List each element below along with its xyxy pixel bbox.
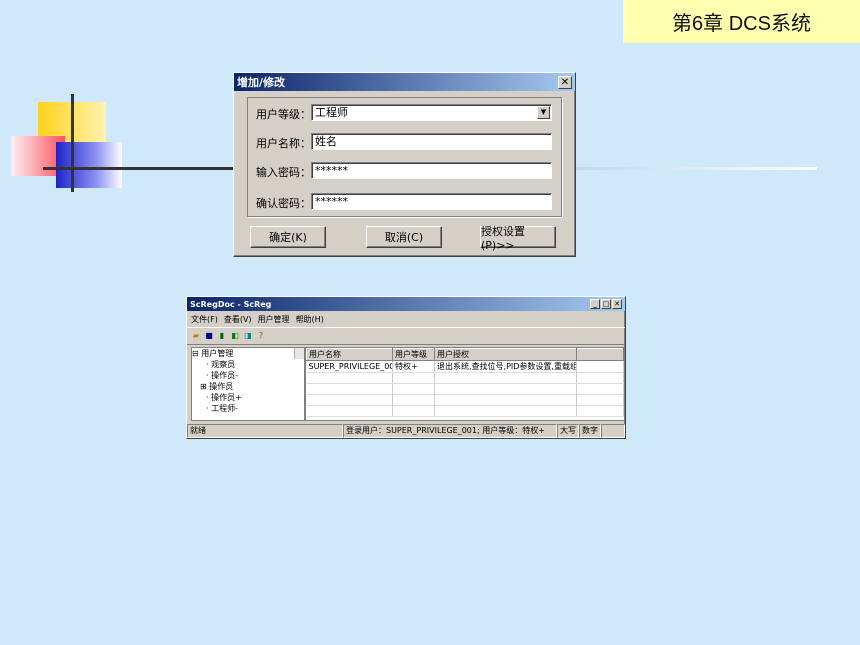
cancel-button[interactable]: 取消(C) [366,226,442,248]
tree-item-operator-minus[interactable]: · 操作员- [192,370,304,381]
app-titlebar[interactable]: ScRegDoc - ScReg _ □ ✕ [187,297,625,311]
auth-settings-button[interactable]: 授权设置(P)>> [480,225,556,252]
dialog-titlebar[interactable]: 增加/修改 ✕ [234,73,575,91]
table-row[interactable]: SUPER_PRIVILEGE_001 特权+ 退出系统,查找位号,PID参数设… [306,360,624,373]
table-row [306,383,624,395]
menu-bar: 文件(F) 查看(V) 用户管理 帮助(H) [187,311,625,327]
close-icon[interactable]: ✕ [612,299,622,309]
tree-scrollbar[interactable] [294,348,304,359]
app-title: ScRegDoc - ScReg [190,299,272,309]
table-row [306,394,624,406]
decor-horizontal-line-right [575,167,817,170]
table-row [306,405,624,417]
decor-horizontal-line [43,167,235,170]
table-cell [576,360,624,373]
menu-help[interactable]: 帮助(H) [296,314,324,325]
table-cell: SUPER_PRIVILEGE_001 [306,360,393,373]
screg-window: ScRegDoc - ScReg _ □ ✕ 文件(F) 查看(V) 用户管理 … [186,296,626,439]
column-header-empty [576,348,624,361]
menu-view[interactable]: 查看(V) [224,314,252,325]
confirm-password-label: 确认密码： [256,197,311,210]
tree-item-operator-plus[interactable]: · 操作员+ [192,392,304,403]
maximize-icon[interactable]: □ [601,299,611,309]
user-level-select[interactable]: 工程师 ▼ [311,104,552,121]
user-level-value: 工程师 [315,106,348,119]
password-label: 输入密码： [256,166,311,179]
table-cell: 特权+ [392,360,435,373]
column-header-auth[interactable]: 用户授权 [434,348,577,361]
column-header-level[interactable]: 用户等级 [392,348,435,361]
status-caps: 大写 [557,424,579,438]
dialog-title: 增加/修改 [237,76,286,89]
user-table: 用户名称 用户等级 用户授权 SUPER_PRIVILEGE_001 特权+ 退… [305,347,625,421]
password-input[interactable]: ****** [311,162,552,179]
table-row [306,372,624,384]
confirm-password-input[interactable]: ****** [311,193,552,210]
column-header-name[interactable]: 用户名称 [306,348,393,361]
toolbar: ▰ ■ ▮ ◧ ◨ ? [187,327,625,345]
user-name-label: 用户名称： [256,137,311,150]
tree-item-engineer-minus[interactable]: · 工程师- [192,403,304,414]
open-folder-icon[interactable]: ▰ [191,331,201,341]
resize-grip-icon[interactable] [601,424,625,438]
status-bar: 就绪 登录用户：SUPER_PRIVILEGE_001; 用户等级：特权+ 大写… [187,424,625,438]
chevron-down-icon[interactable]: ▼ [537,106,550,119]
book-icon[interactable]: ▮ [217,331,227,341]
chapter-title: 第6章 DCS系统 [623,0,860,43]
ok-button[interactable]: 确定(K) [250,226,326,248]
user-level-label: 用户等级： [256,108,311,121]
status-login-user: 登录用户：SUPER_PRIVILEGE_001; 用户等级：特权+ [343,424,557,438]
minimize-icon[interactable]: _ [590,299,600,309]
table-cell: 退出系统,查找位号,PID参数设置,重载组态,... [434,360,577,373]
user-name-input[interactable]: 姓名 [311,133,552,150]
decor-vertical-line [71,94,74,192]
save-icon[interactable]: ■ [204,331,214,341]
tree-item-root[interactable]: ⊟ 用户管理 [192,348,304,359]
delete-user-icon[interactable]: ◨ [243,331,253,341]
status-ready: 就绪 [187,424,343,438]
decor-blue-square [56,142,122,188]
status-num: 数字 [579,424,601,438]
add-user-icon[interactable]: ◧ [230,331,240,341]
close-icon[interactable]: ✕ [558,75,572,89]
tree-item-operator[interactable]: ⊞ 操作员 [192,381,304,392]
menu-file[interactable]: 文件(F) [191,314,218,325]
menu-user-management[interactable]: 用户管理 [258,314,290,325]
tree-item-observer[interactable]: · 观察员 [192,359,304,370]
add-modify-dialog: 增加/修改 ✕ 用户等级： 工程师 ▼ 用户名称： 姓名 输入密码： *****… [233,72,576,257]
user-tree: ⊟ 用户管理 · 观察员 · 操作员- ⊞ 操作员 · 操作员+ · 工程师- [191,347,305,421]
help-icon[interactable]: ? [256,331,266,341]
